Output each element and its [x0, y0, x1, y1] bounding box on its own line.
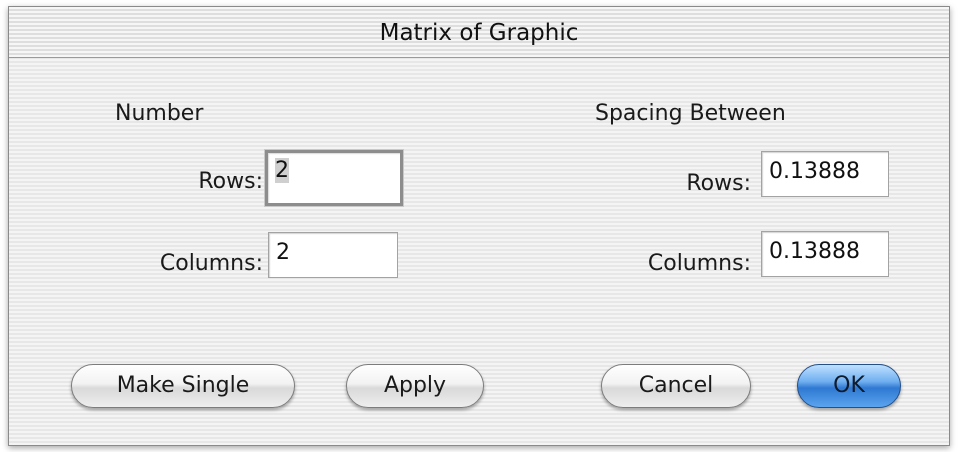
- spacing-rows-label: Rows:: [686, 171, 751, 196]
- number-columns-label: Columns:: [159, 251, 263, 276]
- ok-button[interactable]: OK: [797, 364, 901, 408]
- spacing-columns-label: Columns:: [647, 251, 751, 276]
- spacing-heading: Spacing Between: [595, 101, 786, 126]
- number-rows-value: 2: [275, 158, 289, 183]
- number-rows-field[interactable]: 2: [265, 150, 403, 206]
- number-heading: Number: [115, 101, 204, 126]
- cancel-button[interactable]: Cancel: [601, 364, 751, 408]
- number-columns-field[interactable]: 2: [268, 232, 398, 278]
- matrix-dialog: Matrix of Graphic Number Rows: 2 Columns…: [8, 6, 950, 446]
- spacing-columns-field[interactable]: 0.13888: [761, 231, 889, 277]
- spacing-rows-field[interactable]: 0.13888: [761, 151, 889, 197]
- dialog-title: Matrix of Graphic: [379, 20, 579, 46]
- number-columns-value: 2: [276, 240, 290, 265]
- number-rows-label: Rows:: [198, 169, 263, 194]
- title-bar[interactable]: Matrix of Graphic: [9, 7, 949, 58]
- spacing-rows-value: 0.13888: [769, 159, 860, 184]
- spacing-columns-value: 0.13888: [769, 239, 860, 264]
- make-single-button[interactable]: Make Single: [71, 364, 295, 408]
- apply-button[interactable]: Apply: [346, 364, 484, 408]
